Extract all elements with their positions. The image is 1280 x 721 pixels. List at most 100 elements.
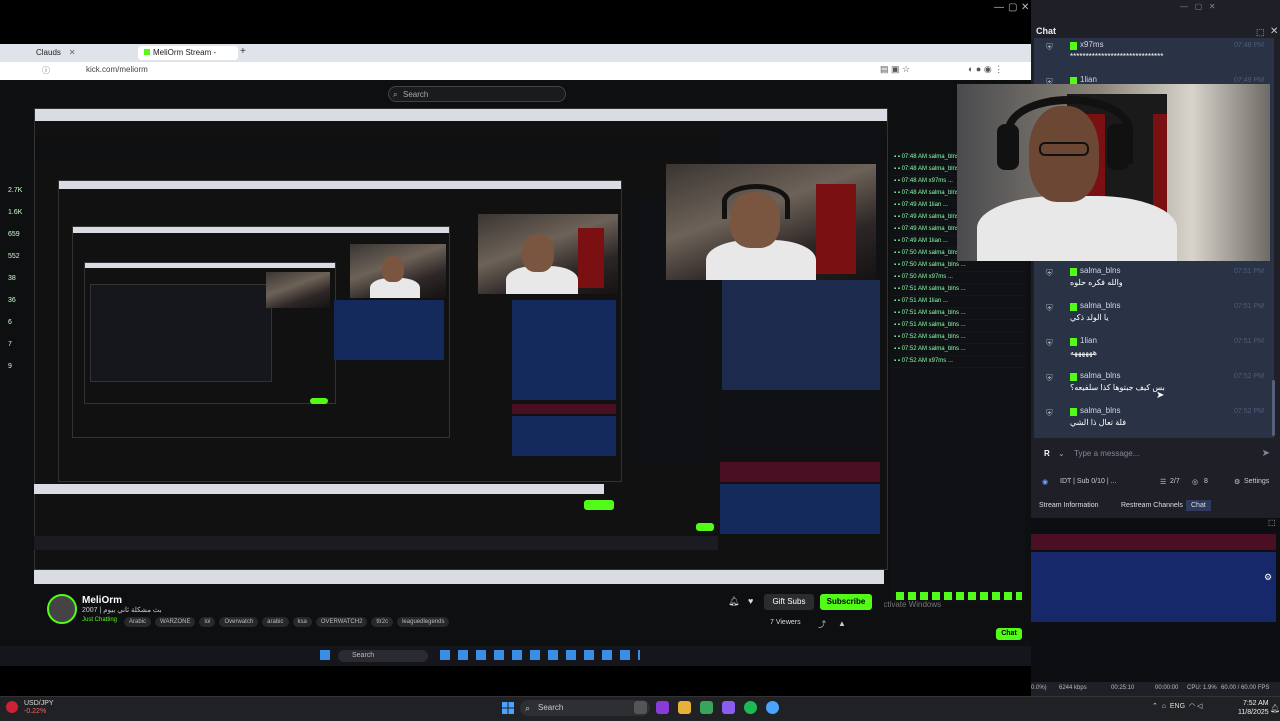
chat-username[interactable]: salma_blns — [1080, 371, 1120, 380]
tag[interactable]: arabic — [262, 617, 289, 627]
chat-timestamp: 07:48 PM — [1234, 42, 1264, 49]
send-icon[interactable]: ➤ — [1262, 448, 1270, 459]
rail-count[interactable]: 9 — [0, 356, 30, 378]
chat-username[interactable]: salma_blns — [1080, 266, 1120, 275]
close-icon[interactable]: ✕ — [1021, 2, 1029, 13]
network-icon[interactable]: ⌂ — [1162, 703, 1166, 710]
chat-text: ههههههه — [1070, 348, 1097, 357]
discord-icon[interactable] — [722, 701, 735, 714]
tag[interactable]: OVERWATCH2 — [315, 617, 368, 627]
tag[interactable]: Overwatch — [219, 617, 259, 627]
chat-scrollbar[interactable] — [1272, 380, 1275, 436]
minimize-icon[interactable]: — — [994, 2, 1004, 13]
windows-start-icon[interactable] — [502, 702, 514, 714]
rail-count[interactable]: 1.6K — [0, 202, 30, 224]
notification-bell-icon[interactable]: 🔔︎ — [728, 596, 739, 607]
face — [522, 234, 554, 272]
moderation-icon[interactable]: ⛨ — [1046, 338, 1053, 349]
address-bar[interactable]: ⓘ kick.com/meliorm ▤ ▣ ☆ ◐ ● ◉ ⋮ — [0, 62, 1031, 81]
extension-icons[interactable]: ▤ ▣ ☆ — [880, 64, 910, 75]
chat-username[interactable]: salma_blns — [1080, 301, 1120, 310]
browser-tab-strip: Clauds ✕ MeliOrm Stream - Watch Live o + — [0, 44, 1031, 71]
lang-indicator[interactable]: ENG — [1170, 703, 1185, 710]
search-input[interactable]: ⌕ Search — [388, 86, 566, 102]
chat-message: ⛨ salma_blns 07:52 PM بس كيف جبتوها كذا … — [1040, 371, 1270, 399]
rail-count[interactable]: 552 — [0, 246, 30, 268]
chat-input[interactable]: R ⌄ Type a message... ➤ — [1040, 446, 1274, 464]
chat-username[interactable]: 1lian — [1080, 75, 1097, 84]
ticker-change: -0.22% — [24, 708, 47, 715]
nested-taskbar-2 — [34, 484, 604, 494]
maximize-icon[interactable]: ▢ — [1008, 2, 1017, 13]
moderation-icon[interactable]: ⛨ — [1046, 373, 1053, 384]
tab-stream-information[interactable]: Stream Information — [1034, 500, 1104, 511]
alert-icon[interactable]: ▲ — [838, 619, 846, 628]
chrome-icon[interactable] — [700, 701, 713, 714]
tag[interactable]: ksa — [292, 617, 312, 627]
capture-taskbar-search: Search — [338, 650, 428, 662]
chat-timestamp: 07:51 PM — [1234, 268, 1264, 275]
browser-tab-active[interactable]: MeliOrm Stream - Watch Live o — [138, 46, 238, 71]
moderation-icon[interactable]: ⛨ — [1046, 268, 1053, 279]
currency-widget[interactable]: USD/JPY -0.22% — [24, 700, 54, 716]
chrome-alt-icon[interactable] — [766, 701, 779, 714]
follow-heart-icon[interactable]: ♥ — [748, 596, 753, 606]
streamer-avatar[interactable] — [47, 594, 77, 624]
rail-count[interactable]: 36 — [0, 290, 30, 312]
tag[interactable]: Arabic — [124, 617, 152, 627]
currency-widget-icon[interactable] — [6, 701, 18, 713]
nested-obs-red — [720, 462, 880, 482]
taskbar-clock[interactable]: 7:52 AM 11/8/2025 — [1238, 699, 1269, 717]
chat-username[interactable]: x97ms — [1080, 40, 1104, 49]
notification-icon[interactable]: 🔔︎ — [1270, 704, 1280, 713]
chevron-down-icon[interactable]: ⌄ — [1058, 449, 1065, 458]
tab-chat[interactable]: Chat — [1186, 500, 1211, 511]
close-icon[interactable]: ✕ — [1270, 26, 1278, 37]
moderation-icon[interactable]: ⛨ — [1046, 42, 1053, 53]
chat-username[interactable]: salma_blns — [1080, 406, 1120, 415]
system-tray[interactable]: ⌃ ⌂ ENG ◠ ◁ — [1152, 702, 1202, 710]
streamer-name[interactable]: MeliOrm — [82, 595, 122, 606]
profile-icons[interactable]: ◐ ● ◉ ⋮ — [968, 64, 1003, 75]
chat-message: ⛨ x97ms 07:48 PM ***********************… — [1040, 40, 1270, 68]
tag[interactable]: lol — [199, 617, 216, 627]
new-tab-icon[interactable]: + — [240, 46, 246, 57]
search-icon: ⌕ — [393, 90, 398, 99]
spotify-icon[interactable] — [744, 701, 757, 714]
gear-icon[interactable]: ⚙ — [1264, 572, 1272, 583]
rail-count[interactable]: 659 — [0, 224, 30, 246]
share-icon[interactable]: ⤴ — [818, 619, 826, 630]
webcam-feed — [957, 84, 1270, 261]
copilot-icon[interactable] — [656, 701, 669, 714]
file-explorer-icon[interactable] — [678, 701, 691, 714]
moderation-icon[interactable]: ⛨ — [1046, 303, 1053, 314]
rail-count[interactable]: 7 — [0, 334, 30, 356]
volume-icon[interactable]: ◁ — [1197, 703, 1202, 710]
gift-subs-button[interactable]: Gift Subs — [764, 594, 814, 610]
site-info-icon[interactable]: ⓘ — [42, 65, 50, 76]
browser-tab[interactable]: Clauds ✕ — [30, 46, 82, 60]
rail-count[interactable]: 38 — [0, 268, 30, 290]
rail-count[interactable]: 6 — [0, 312, 30, 334]
stream-category[interactable]: Just Chatting — [82, 617, 117, 623]
taskbar-search[interactable]: ⌕ Search — [520, 700, 650, 716]
nested-webcam-4 — [266, 272, 330, 308]
tag[interactable]: leaguedlegends — [397, 617, 450, 627]
subscribe-button[interactable]: Subscribe — [820, 594, 872, 610]
wifi-icon[interactable]: ◠ — [1189, 703, 1195, 710]
obs-window-controls[interactable]: — ▢ ✕ — [1180, 2, 1216, 11]
rail-count[interactable]: 2.7K — [0, 180, 30, 202]
popout-icon[interactable]: ⬚ — [1268, 518, 1276, 527]
popout-icon[interactable]: ⬚ — [1256, 27, 1265, 38]
settings-link[interactable]: Settings — [1244, 478, 1269, 485]
moderation-icon[interactable]: ⛨ — [1046, 408, 1053, 419]
task-view-icon[interactable] — [634, 701, 647, 714]
kick-badge-icon — [1070, 268, 1077, 276]
close-tab-icon[interactable]: ✕ — [69, 48, 76, 57]
gear-icon[interactable]: ⚙ — [1234, 478, 1240, 486]
tab-restream-channels[interactable]: Restream Channels — [1116, 500, 1188, 511]
chevron-up-icon[interactable]: ⌃ — [1152, 703, 1158, 710]
chat-username[interactable]: 1lian — [1080, 336, 1097, 345]
tag[interactable]: ttr2c — [371, 617, 394, 627]
tag[interactable]: WARZONE — [155, 617, 196, 627]
